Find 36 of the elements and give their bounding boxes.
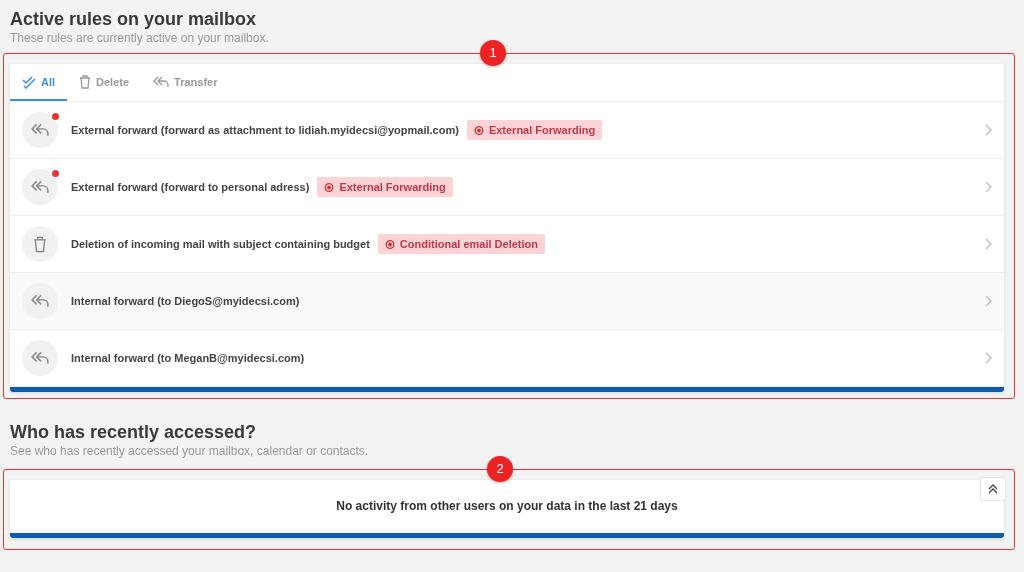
target-icon [473,125,484,135]
scroll-top-button[interactable] [980,477,1006,501]
forward-icon [153,74,170,89]
rule-row[interactable]: External forward (forward as attachment to lidiah.myidecsi@yopmail.com) External Forwarding [10,102,1004,159]
double-check-icon [22,74,36,89]
chevron-right-icon [985,295,992,307]
section-subtitle: These rules are currently active on your mailbox. [10,30,270,46]
trash-icon [33,235,47,253]
forward-icon [31,350,49,366]
annotation-marker: 1 [480,40,506,66]
rule-name: External forward (forward to personal adress) [71,181,310,193]
forward-icon [31,122,49,138]
target-icon [384,239,395,249]
rule-row[interactable]: External forward (forward to personal adress) External Forwarding [10,159,1004,216]
trash-icon [79,74,92,89]
rule-row[interactable]: Internal forward (to DiegoS@myidecsi.com) [10,273,1004,330]
target-icon [324,182,335,192]
rule-name: Internal forward (to DiegoS@myidecsi.com) [71,295,300,307]
rule-name: Internal forward (to MeganB@myidecsi.com) [71,352,305,364]
annotation-marker: 2 [487,456,513,482]
chevron-right-icon [985,181,992,193]
chevron-right-icon [985,238,992,250]
rule-tag: External Forwarding [466,120,603,140]
chevron-right-icon [985,124,992,136]
empty-message: No activity from other users on your data in the last 21 days [336,498,678,515]
double-chevron-up-icon [988,484,998,494]
section-subtitle: See who has recently accessed your mailbox, calendar or contacts. [10,443,370,459]
forward-icon [31,179,49,195]
section-title: Active rules on your mailbox [10,8,258,30]
rule-name: Deletion of incoming mail with subject containing budget [71,238,370,250]
rule-tag: Conditional email Deletion [377,234,545,254]
section-title: Who has recently accessed? [10,421,258,443]
rule-tag: External Forwarding [317,177,453,197]
rule-name: External forward (forward as attachment to lidiah.myidecsi@yopmail.com) [71,124,459,136]
forward-icon [31,293,49,309]
chevron-right-icon [985,352,992,364]
